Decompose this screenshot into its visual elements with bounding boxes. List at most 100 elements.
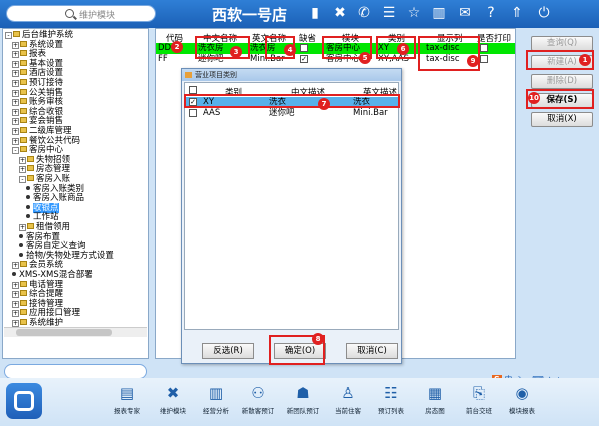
folder-icon — [20, 319, 27, 325]
expand-toggle-icon[interactable]: - — [19, 176, 26, 183]
app-logo[interactable] — [6, 383, 42, 419]
step-badge: 3 — [230, 46, 242, 58]
folder-icon — [20, 261, 27, 268]
default-checkbox[interactable] — [300, 44, 308, 52]
bullet-icon — [19, 252, 23, 257]
highlight-box — [195, 36, 250, 59]
power-icon[interactable]: ⏻ — [536, 5, 552, 21]
app-title: 西软一号店 — [212, 6, 288, 24]
expand-toggle-icon[interactable]: + — [12, 310, 19, 318]
tools-icon[interactable]: ✖ — [332, 5, 348, 21]
signal-icon[interactable]: ▮ — [307, 5, 323, 21]
cancel-button[interactable]: 取消(X) — [531, 112, 593, 127]
dialog-cell-cn: 迷你吧 — [269, 108, 295, 118]
top-search-placeholder: 维护模块 — [79, 11, 116, 21]
taskbar-label: 前台交班 — [466, 407, 492, 415]
taskbar-button[interactable]: ⎘ 前台交班 — [456, 382, 502, 424]
dialog-grid: 类别 中文描述 英文描述 ✓ XY 洗衣 洗衣 AAS 迷你吧 Mini.Bar — [184, 82, 399, 330]
tree-node-label: 租借领用 — [36, 222, 71, 232]
expand-toggle-icon[interactable]: + — [12, 291, 19, 299]
mail-icon[interactable]: ✉ — [457, 5, 473, 21]
bottom-search-box[interactable] — [4, 364, 147, 379]
home-up-icon[interactable]: ⇑ — [509, 5, 525, 21]
expand-toggle-icon[interactable]: - — [12, 147, 19, 155]
print-checkbox[interactable] — [480, 55, 488, 63]
folder-icon — [20, 299, 27, 306]
expand-toggle-icon[interactable]: + — [12, 262, 19, 270]
taskbar-button[interactable]: ▤ 报表专家 — [104, 382, 150, 424]
taskbar-button[interactable]: ◉ 模块报表 — [499, 382, 545, 424]
help-icon[interactable]: ? — [483, 5, 499, 21]
columns-icon[interactable]: ▥ — [431, 5, 447, 21]
expand-toggle-icon[interactable]: + — [12, 128, 19, 135]
expand-toggle-icon[interactable]: + — [12, 320, 19, 327]
menu-icon[interactable]: ☰ — [381, 5, 397, 21]
taskbar-button[interactable]: ✖ 维护模块 — [150, 382, 196, 424]
tree-node[interactable]: 客房入账商品 — [26, 194, 84, 203]
walk-in-icon: ⚇ — [251, 384, 265, 402]
phone-icon[interactable]: ✆ — [356, 5, 372, 21]
taskbar-label: 报表专家 — [114, 407, 140, 415]
select-all-checkbox[interactable] — [189, 86, 197, 94]
expand-toggle-icon[interactable]: + — [12, 118, 19, 126]
expand-toggle-icon[interactable]: + — [12, 80, 19, 87]
module-report-icon: ◉ — [515, 384, 529, 402]
delete-button[interactable]: 删除(D) — [531, 74, 593, 89]
expand-toggle-icon[interactable]: - — [5, 32, 12, 39]
invert-selection-button[interactable]: 反选(R) — [202, 343, 254, 359]
expand-toggle-icon[interactable]: + — [12, 60, 19, 68]
expand-toggle-icon[interactable]: + — [19, 156, 26, 164]
taskbar-button[interactable]: ▥ 经营分析 — [193, 382, 239, 424]
folder-icon — [20, 136, 27, 143]
row-checkbox[interactable] — [189, 109, 197, 117]
print-checkbox[interactable] — [480, 44, 488, 52]
expand-toggle-icon[interactable]: + — [12, 99, 19, 107]
cell-code: FF — [158, 54, 168, 64]
dialog-cancel-button[interactable]: 取消(C) — [346, 343, 398, 359]
step-badge: 2 — [171, 41, 183, 53]
list-icon: ☷ — [384, 384, 398, 402]
tree-node-label: 应用接口管理 — [29, 308, 81, 319]
taskbar-button[interactable]: ⚇ 新散客预订 — [235, 382, 281, 424]
step-badge: 5 — [359, 52, 371, 64]
expand-toggle-icon[interactable]: + — [19, 166, 26, 174]
expand-toggle-icon[interactable]: + — [12, 70, 19, 78]
folder-icon — [20, 59, 27, 66]
folder-icon — [27, 165, 34, 172]
dialog-row[interactable]: AAS 迷你吧 Mini.Bar — [185, 108, 398, 119]
taskbar-button[interactable]: ▦ 房态图 — [412, 382, 458, 424]
expand-toggle-icon[interactable]: + — [12, 41, 19, 49]
default-checkbox[interactable]: ✓ — [300, 55, 308, 63]
tree-node-label: XMS-XMS混合部署 — [19, 270, 93, 280]
folder-icon — [20, 117, 27, 124]
expand-toggle-icon[interactable]: + — [12, 51, 19, 59]
tree-horizontal-scrollbar[interactable] — [4, 327, 147, 337]
folder-icon — [20, 98, 27, 105]
search-icon — [65, 9, 74, 18]
taskbar-label: 维护模块 — [160, 407, 186, 415]
shift-icon: ⎘ — [472, 384, 485, 402]
taskbar-label: 新散客预订 — [241, 407, 275, 415]
folder-icon — [20, 107, 27, 114]
expand-toggle-icon[interactable]: + — [12, 108, 19, 116]
module-tree[interactable]: - 后台维护系统 + 系统设置 + 报表 + 基本设置 + 酒店设置 + 预订接待 + 公关销售 + 账务审核… — [2, 28, 149, 359]
expand-toggle-icon[interactable]: + — [12, 300, 19, 308]
step-badge: 8 — [312, 333, 324, 345]
tree-node-label: 后台维护系统 — [22, 30, 74, 40]
taskbar-button[interactable]: ☗ 新团队预订 — [280, 382, 326, 424]
expand-toggle-icon[interactable]: + — [12, 281, 19, 289]
folder-icon — [20, 69, 27, 76]
tree-node-label: 二级库管理 — [29, 126, 72, 136]
top-search-box[interactable]: 维护模块 — [6, 5, 156, 22]
query-button[interactable]: 查询(Q) — [531, 36, 593, 51]
expand-toggle-icon[interactable]: + — [12, 137, 19, 145]
expand-toggle-icon[interactable]: + — [12, 89, 19, 97]
taskbar-button[interactable]: ♙ 当前住客 — [325, 382, 371, 424]
step-badge: 1 — [579, 54, 591, 66]
star-icon[interactable]: ☆ — [406, 5, 422, 21]
step-badge: 6 — [397, 43, 409, 55]
tree-node-label: 预订接待 — [29, 78, 64, 88]
expand-toggle-icon[interactable]: + — [19, 224, 26, 231]
folder-icon — [20, 309, 27, 316]
taskbar-button[interactable]: ☷ 预订列表 — [368, 382, 414, 424]
